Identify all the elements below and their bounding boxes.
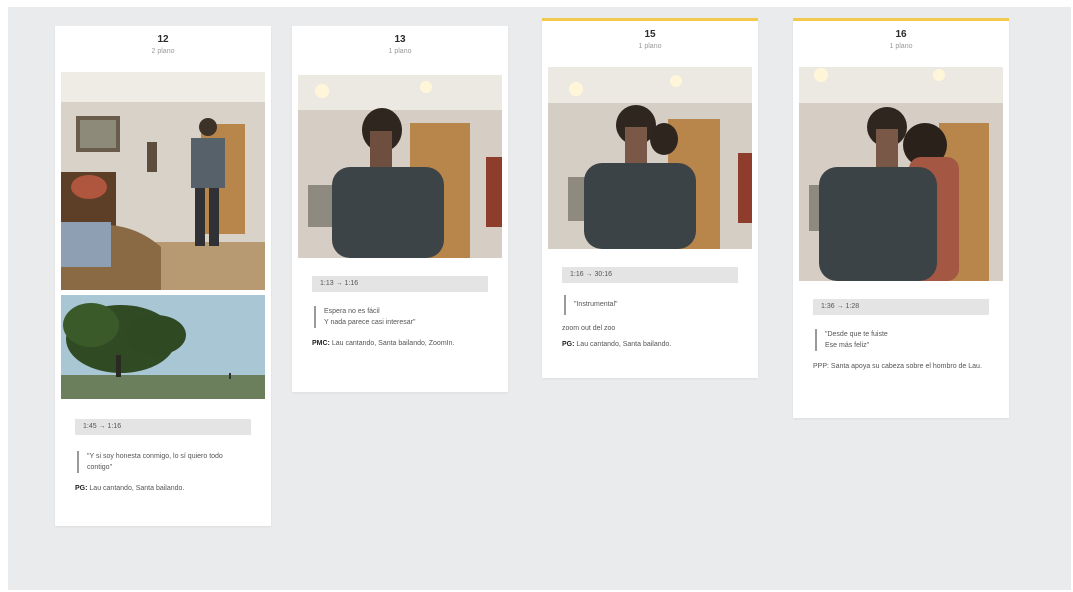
storyboard-canvas: 12 2 plano 1:45 → 1:16 "Y si soy honesta… — [8, 7, 1071, 590]
dialogue-quote: Espera no es fácil Y nada parece casi in… — [314, 306, 478, 328]
shot-extra-note: zoom out del zoo — [562, 325, 616, 332]
room-photo — [61, 72, 265, 290]
card-header: 13 1 plano — [292, 26, 508, 72]
card-header: 12 2 plano — [55, 26, 271, 72]
note-label: PG: — [75, 485, 88, 492]
quote-line: Ese más feliz" — [825, 342, 870, 349]
time-range: 1:16 → 30:16 — [562, 267, 738, 283]
landscape-photo — [61, 295, 265, 399]
dialogue-quote: "Y si soy honesta conmigo, lo sí quiero … — [77, 451, 241, 473]
shot-note: PG: Lau cantando, Santa bailando. — [75, 483, 251, 494]
dialogue-quote: "Instrumental" — [564, 295, 728, 315]
shot-card-15[interactable]: 15 1 plano 1:16 → 30:16 "Instrumental" z… — [542, 18, 758, 378]
shot-subtitle: 2 plano — [151, 48, 175, 55]
shot-number: 12 — [157, 34, 169, 45]
note-text: Lau cantando, Santa bailando. — [89, 485, 185, 492]
singer-photo — [298, 75, 502, 258]
time-range: 1:36 → 1:28 — [813, 299, 989, 315]
two-people-photo — [548, 67, 752, 249]
quote-line: Espera no es fácil — [324, 308, 380, 315]
shot-note: PG: Lau cantando, Santa bailando. — [562, 339, 738, 350]
frame-image-two-people[interactable] — [548, 67, 752, 249]
dialogue-quote: "Desde que te fuiste Ese más feliz" — [815, 329, 979, 351]
frame-image-head-on-shoulder[interactable] — [799, 67, 1003, 281]
frame-image-tree-landscape[interactable] — [61, 295, 265, 399]
note-label: PMC: — [312, 340, 330, 347]
shot-card-13[interactable]: 13 1 plano 1:13 → 1:16 Espera no es fáci… — [292, 26, 508, 392]
shot-subtitle: 1 plano — [889, 43, 913, 50]
card-header: 16 1 plano — [793, 21, 1009, 67]
quote-line: Y nada parece casi interesar" — [324, 319, 416, 326]
shot-note: PPP: Santa apoya su cabeza sobre el homb… — [813, 361, 989, 372]
note-label: PG: — [562, 341, 575, 348]
time-range: 1:13 → 1:16 — [312, 276, 488, 292]
time-range: 1:45 → 1:16 — [75, 419, 251, 435]
frame-image-living-room[interactable] — [61, 72, 265, 290]
shot-number: 15 — [644, 29, 656, 40]
shot-card-16[interactable]: 16 1 plano 1:36 → 1:28 "Desde que te fui… — [793, 18, 1009, 418]
shot-card-12[interactable]: 12 2 plano 1:45 → 1:16 "Y si soy honesta… — [55, 26, 271, 526]
card-header: 15 1 plano — [542, 21, 758, 67]
shot-note: PMC: Lau cantando, Santa bailando, ZoomI… — [312, 338, 488, 349]
shot-subtitle: 1 plano — [388, 48, 412, 55]
note-text: PPP: Santa apoya su cabeza sobre el homb… — [813, 363, 982, 370]
note-text: Lau cantando, Santa bailando, ZoomIn. — [331, 340, 455, 347]
shoulder-photo — [799, 67, 1003, 281]
note-text: Lau cantando, Santa bailando. — [576, 341, 672, 348]
shot-number: 16 — [895, 29, 907, 40]
frame-image-singer-closeup[interactable] — [298, 75, 502, 258]
shot-subtitle: 1 plano — [638, 43, 662, 50]
quote-line: "Desde que te fuiste — [825, 331, 888, 338]
shot-number: 13 — [394, 34, 406, 45]
